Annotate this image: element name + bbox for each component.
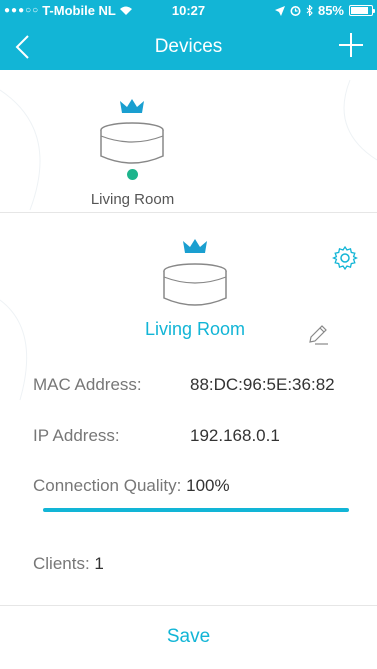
mac-address-row: MAC Address: 88:DC:96:5E:36:82 [33, 375, 335, 395]
ip-address-label: IP Address: [33, 426, 120, 445]
router-device-icon [100, 122, 164, 164]
mac-address-label: MAC Address: [33, 375, 142, 394]
page-title: Devices [154, 36, 223, 57]
clients-row: Clients: 1 [33, 554, 104, 574]
selected-device-graphic [150, 235, 240, 319]
status-bar: ●●●○○ T-Mobile NL 10:27 85% [0, 0, 377, 20]
connection-quality-fill [43, 508, 349, 512]
router-graphic [85, 95, 179, 177]
mac-address-value: 88:DC:96:5E:36:82 [190, 375, 335, 394]
connection-quality-row: Connection Quality: 100% [33, 476, 230, 496]
add-device-button[interactable] [337, 31, 365, 59]
online-status-dot [127, 169, 138, 180]
navigation-bar: Devices [0, 24, 377, 70]
main-router-card[interactable]: Living Room [0, 70, 377, 213]
app-header: ●●●○○ T-Mobile NL 10:27 85% Devices [0, 0, 377, 70]
device-name: Living Room [144, 319, 246, 339]
footer-bar: Save [0, 605, 377, 669]
device-detail-panel: Living Room MAC Address: 88:DC:96:5E:36:… [0, 213, 377, 669]
crown-icon [120, 99, 144, 113]
connection-quality-label: Connection Quality: [33, 476, 182, 495]
bluetooth-icon [306, 5, 313, 16]
router-label: Living Room [90, 191, 175, 208]
ip-address-value: 192.168.0.1 [190, 426, 280, 445]
battery-percent: 85% [317, 3, 344, 18]
connection-quality-bar [43, 508, 349, 512]
settings-gear-icon[interactable] [332, 245, 358, 271]
router-device-icon [163, 263, 227, 306]
edit-pencil-icon[interactable] [307, 323, 329, 345]
clients-count: 1 [94, 554, 104, 573]
battery-icon [349, 5, 375, 16]
alarm-icon [290, 6, 301, 16]
crown-icon [183, 239, 207, 253]
save-button[interactable]: Save [0, 626, 377, 648]
ip-address-row: IP Address: 192.168.0.1 [33, 426, 280, 446]
clients-label: Clients: [33, 554, 90, 573]
connection-quality-value: 100% [186, 476, 230, 495]
location-arrow-icon [274, 5, 285, 16]
